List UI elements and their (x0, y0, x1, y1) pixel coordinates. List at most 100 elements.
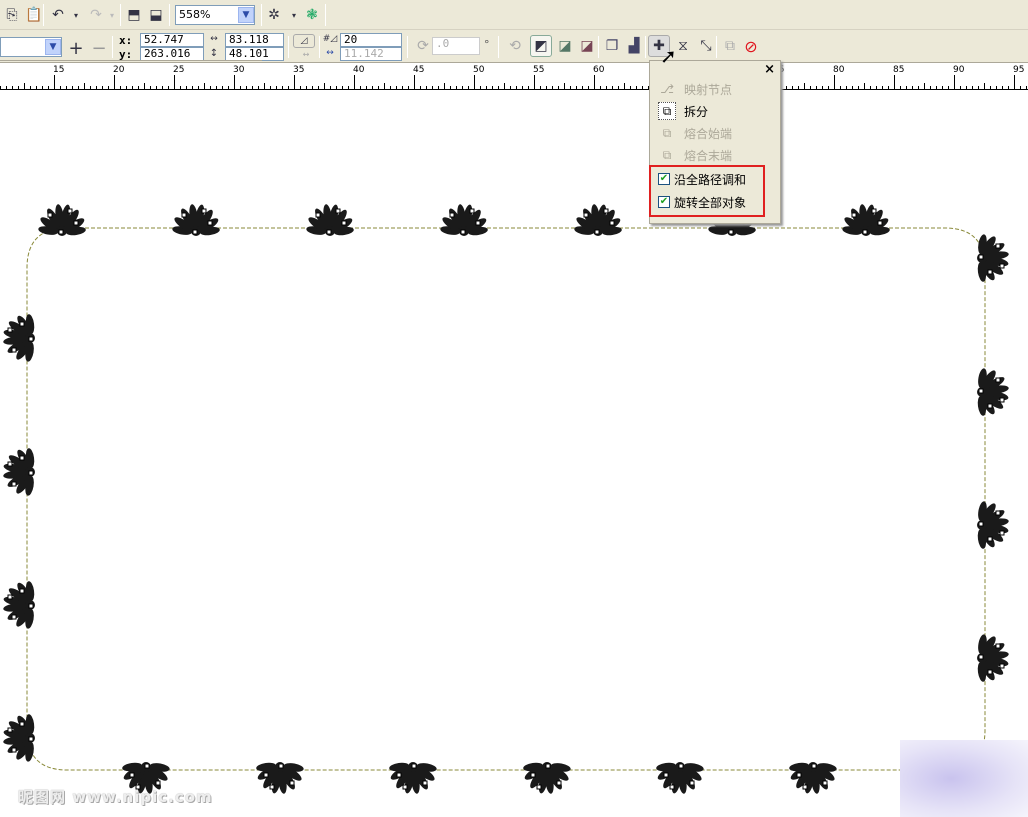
blend-spacing-field[interactable]: 11.142 (340, 47, 402, 61)
blend-fan-object[interactable] (255, 761, 305, 795)
menu-item-split[interactable]: ⧉ 拆分 (658, 101, 708, 121)
clear-blend-icon[interactable]: ⊘ (741, 36, 761, 56)
ruler-tick (324, 83, 325, 89)
menu-item-fuse-start[interactable]: ⧉ 熔合始端 (658, 123, 732, 143)
blend-fan-object[interactable] (37, 203, 87, 237)
blend-fan-object[interactable] (2, 713, 36, 763)
divider (716, 36, 717, 58)
ruler-tick (90, 86, 91, 89)
ruler-tick (354, 75, 355, 89)
clockwise-blend-icon[interactable]: ◪ (555, 36, 575, 56)
ruler-tick (798, 86, 799, 89)
ruler-tick (72, 86, 73, 89)
ruler-tick (264, 83, 265, 89)
copy-icon[interactable]: ⎘ (2, 5, 22, 25)
blend-fan-object[interactable] (655, 761, 705, 795)
add-preset-icon[interactable]: + (66, 38, 86, 59)
blend-fan-object[interactable] (2, 313, 36, 363)
ruler-tick (996, 86, 997, 89)
ruler-tick (588, 86, 589, 89)
close-icon[interactable]: × (764, 62, 775, 77)
menu-item-map-nodes[interactable]: ⎇ 映射节点 (658, 79, 732, 99)
ruler-tick (606, 86, 607, 89)
blend-fan-object[interactable] (305, 203, 355, 237)
height-field[interactable]: 48.101 mm (225, 47, 284, 72)
blend-fan-object[interactable] (522, 761, 572, 795)
ruler-tick (468, 86, 469, 89)
blend-acceleration-icon[interactable]: ▟ (624, 36, 644, 56)
y-position-field[interactable]: 263.016 mm (140, 47, 204, 72)
object-color-acceleration-icon[interactable]: ❐ (602, 36, 622, 56)
launcher-dropdown-icon[interactable]: ▾ (284, 5, 304, 25)
menu-item-fuse-end[interactable]: ⧉ 熔合末端 (658, 145, 732, 165)
chevron-down-icon[interactable]: ▼ (238, 7, 254, 23)
blend-fan-object[interactable] (976, 367, 1010, 417)
width-field[interactable]: 83.118 mm (225, 33, 284, 58)
ruler-tick (618, 86, 619, 89)
map-nodes-icon: ⎇ (660, 82, 674, 96)
corel-connect-icon[interactable]: ❃ (302, 5, 322, 25)
direct-blend-icon[interactable]: ◩ (530, 35, 552, 57)
loop-blend-icon[interactable]: ⟲ (505, 36, 525, 56)
application-launcher-icon[interactable]: ✲ (264, 5, 284, 25)
ruler-tick (378, 86, 379, 89)
blend-direction-icon: ⟳ (417, 38, 429, 54)
blend-steps-field[interactable]: 20 (340, 33, 402, 47)
ruler-tick (582, 86, 583, 89)
ruler-tick (120, 86, 121, 89)
blend-fan-object[interactable] (2, 447, 36, 497)
blend-path[interactable] (26, 227, 986, 771)
counterclockwise-blend-icon[interactable]: ◪ (577, 36, 597, 56)
ruler-tick (276, 86, 277, 89)
undo-icon[interactable]: ↶ (48, 5, 68, 25)
ruler-tick (372, 86, 373, 89)
path-properties-icon[interactable]: ⤡ (696, 36, 716, 56)
ruler-tick (402, 86, 403, 89)
ruler-tick (930, 86, 931, 89)
remove-preset-icon[interactable]: − (89, 38, 109, 59)
blend-fan-object[interactable] (841, 203, 891, 237)
blend-fan-object[interactable] (388, 761, 438, 795)
blend-fan-object[interactable] (2, 580, 36, 630)
blend-fan-object[interactable] (573, 203, 623, 237)
ruler-tick (612, 86, 613, 89)
drawing-canvas[interactable] (0, 91, 1028, 817)
ruler-tick (570, 86, 571, 89)
import-icon[interactable]: ⬒ (124, 5, 144, 25)
ruler-tick (858, 86, 859, 89)
divider (120, 4, 121, 26)
ruler-tick (204, 83, 205, 89)
ruler-label: 60 (593, 65, 605, 75)
x-position-field[interactable]: 52.747 mm (140, 33, 204, 58)
copy-blend-icon[interactable]: ⧉ (720, 36, 740, 56)
ruler-tick (6, 86, 7, 89)
blend-fan-object[interactable] (439, 203, 489, 237)
blend-rotation-field[interactable]: .0 (432, 37, 480, 55)
ruler-tick (24, 83, 25, 89)
lock-ratio-button[interactable]: ◿ (293, 34, 315, 48)
ruler-tick (516, 86, 517, 89)
ruler-tick (156, 86, 157, 89)
blend-fan-object[interactable] (788, 761, 838, 795)
ruler-tick (564, 83, 565, 89)
horizontal-ruler[interactable]: 1520253035404550556065707580859095 (0, 62, 1028, 90)
paste-icon[interactable]: 📋 (24, 5, 44, 25)
chevron-down-icon[interactable]: ▼ (45, 39, 61, 55)
blend-fan-object[interactable] (976, 633, 1010, 683)
blend-fan-object[interactable] (976, 233, 1010, 283)
blend-fan-object[interactable] (171, 203, 221, 237)
redo-dropdown-icon[interactable]: ▾ (102, 5, 122, 25)
fuse-end-icon: ⧉ (662, 147, 672, 162)
ruler-tick (228, 86, 229, 89)
ruler-tick (594, 75, 595, 89)
divider (325, 4, 326, 26)
export-icon[interactable]: ⬓ (146, 5, 166, 25)
undo-dropdown-icon[interactable]: ▾ (66, 5, 86, 25)
blend-fan-object[interactable] (976, 500, 1010, 550)
ruler-tick (360, 86, 361, 89)
divider (598, 36, 599, 58)
ruler-tick (1026, 86, 1027, 89)
ruler-tick (558, 86, 559, 89)
ruler-tick (162, 86, 163, 89)
menu-item-label: 拆分 (684, 104, 709, 119)
